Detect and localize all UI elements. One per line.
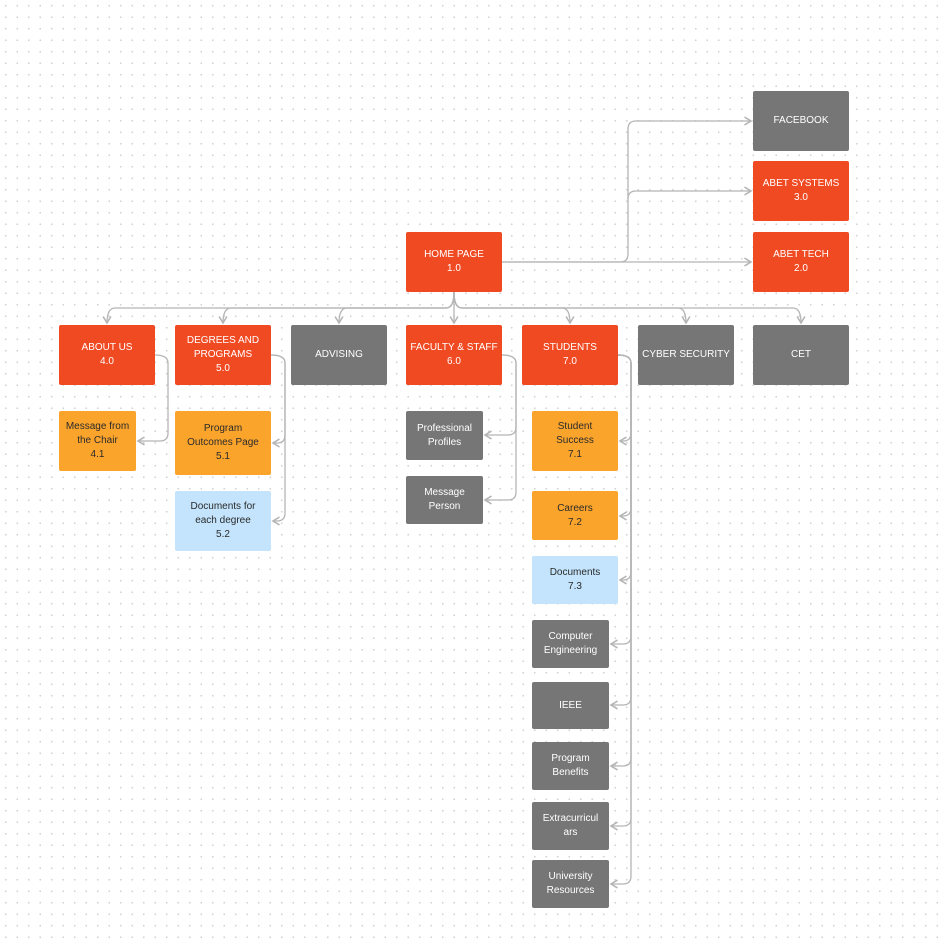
node-label: Message from the Chair 4.1 (65, 421, 130, 460)
node-success[interactable]: Student Success 7.1 (532, 411, 618, 471)
node-label: Computer Engineering (543, 631, 598, 656)
edge-child (617, 354, 632, 585)
edge-child (270, 354, 286, 526)
node-label: ADVISING (315, 349, 363, 360)
node-message-person[interactable]: Message Person (406, 476, 483, 524)
node-chair[interactable]: Message from the Chair 4.1 (59, 411, 136, 471)
node-degrees[interactable]: DEGREES AND PROGRAMS 5.0 (175, 325, 271, 385)
node-label: STUDENTS 7.0 (543, 342, 597, 367)
node-label: ABET TECH 2.0 (773, 249, 829, 274)
node-label: Extracurricul ars (542, 813, 599, 838)
node-advising[interactable]: ADVISING (291, 325, 387, 385)
node-label: Professional Profiles (416, 422, 473, 448)
node-documents[interactable]: Documents 7.3 (532, 556, 618, 604)
edge-home-abet-systems (502, 186, 753, 263)
node-label: Documents 7.3 (549, 567, 601, 592)
node-label: Documents for each degree 5.2 (190, 501, 256, 540)
edge-home-facebook (627, 116, 753, 199)
node-label: CET (791, 349, 811, 360)
node-profiles[interactable]: Professional Profiles (406, 411, 483, 460)
node-label: Careers 7.2 (557, 502, 593, 528)
node-degree-docs[interactable]: Documents for each degree 5.2 (175, 491, 271, 551)
node-outcomes[interactable]: Program Outcomes Page 5.1 (175, 411, 271, 475)
node-label: DEGREES AND PROGRAMS 5.0 (186, 335, 260, 374)
node-resources[interactable]: University Resources (532, 860, 609, 908)
node-label: ABET SYSTEMS 3.0 (762, 178, 840, 203)
node-home[interactable]: HOME PAGE 1.0 (406, 232, 502, 292)
node-students[interactable]: STUDENTS 7.0 (522, 325, 618, 385)
node-faculty[interactable]: FACULTY & STAFF 6.0 (406, 325, 502, 385)
node-label: Message Person (424, 487, 465, 512)
node-label: ABOUT US 4.0 (81, 342, 133, 367)
node-abet-systems[interactable]: ABET SYSTEMS 3.0 (753, 161, 849, 221)
edge-child (617, 354, 632, 521)
node-label: IEEE (559, 699, 582, 711)
node-cet[interactable]: CET (753, 325, 849, 385)
node-extra[interactable]: Extracurricul ars (532, 802, 609, 850)
node-label: Program Benefits (551, 753, 590, 778)
node-benefits[interactable]: Program Benefits (532, 742, 609, 790)
node-comp-eng[interactable]: Computer Engineering (532, 620, 609, 668)
node-label: Student Success 7.1 (556, 421, 594, 460)
edge-home-child (334, 291, 455, 325)
node-cyber[interactable]: CYBER SECURITY (638, 325, 734, 385)
edge-child (270, 354, 286, 448)
node-label: University Resources (546, 871, 595, 896)
node-abet-tech[interactable]: ABET TECH 2.0 (753, 232, 849, 292)
node-label: CYBER SECURITY (642, 349, 730, 360)
edge-child (617, 354, 632, 446)
node-careers[interactable]: Careers 7.2 (532, 491, 618, 540)
node-label: FACEBOOK (773, 115, 829, 126)
node-facebook[interactable]: FACEBOOK (753, 91, 849, 151)
node-about[interactable]: ABOUT US 4.0 (59, 325, 155, 385)
node-label: Program Outcomes Page 5.1 (187, 423, 259, 462)
node-label: HOME PAGE 1.0 (424, 249, 484, 274)
edge-home-child (453, 291, 806, 325)
node-ieee[interactable]: IEEE (532, 682, 609, 729)
node-label: FACULTY & STAFF 6.0 (410, 342, 498, 367)
